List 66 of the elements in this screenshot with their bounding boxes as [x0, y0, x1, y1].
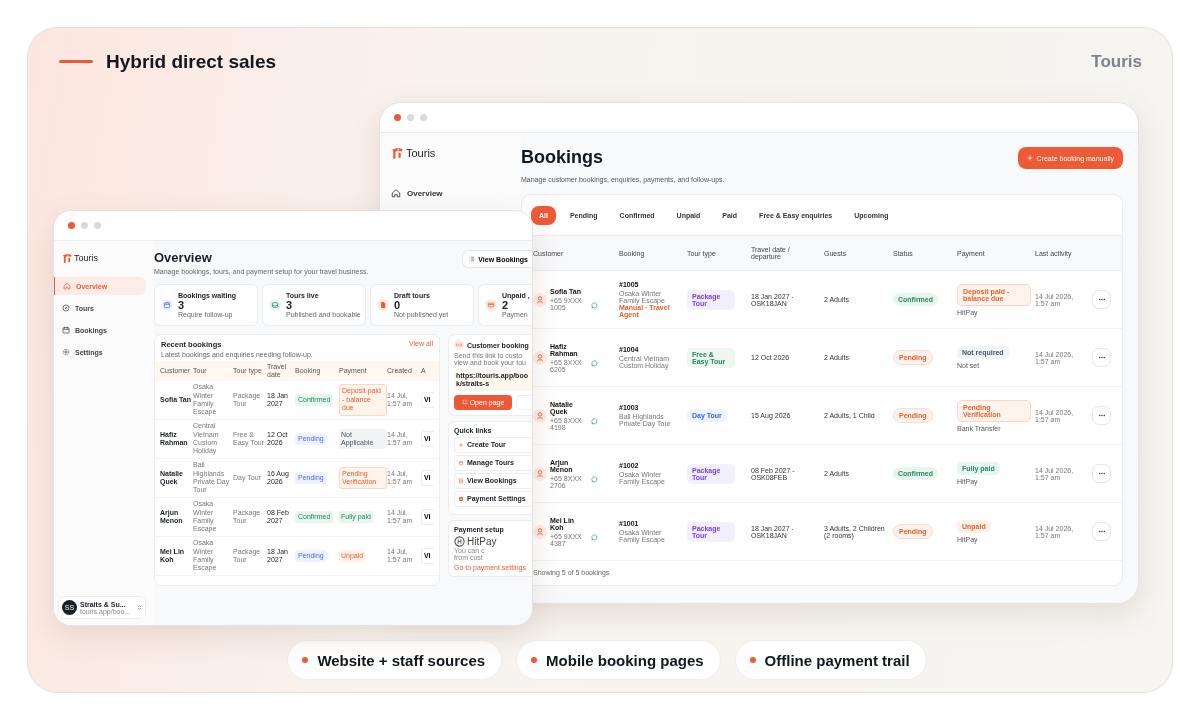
more-button[interactable] — [1092, 522, 1111, 541]
bullet-dot — [749, 657, 756, 663]
chat-icon[interactable] — [591, 302, 598, 309]
logo-icon — [391, 147, 403, 159]
person-icon — [533, 524, 547, 539]
plus-icon — [458, 441, 464, 448]
list-icon — [469, 256, 476, 262]
calendar-icon — [62, 326, 70, 334]
more-icon — [1097, 298, 1106, 301]
card-icon — [458, 495, 464, 502]
feature-label: Website + staff sources — [317, 651, 486, 669]
document-icon — [458, 477, 464, 484]
more-icon — [1097, 530, 1106, 533]
more-button[interactable] — [1092, 348, 1111, 367]
plus-icon — [1026, 155, 1033, 161]
accent-line — [59, 60, 93, 63]
person-icon — [533, 466, 547, 481]
chat-icon[interactable] — [591, 476, 598, 483]
person-icon — [533, 350, 547, 365]
maximize-dot[interactable] — [420, 114, 427, 121]
stat-value: 3 — [178, 299, 185, 311]
logo-text: Touris — [74, 253, 98, 263]
stat-value: 3 — [286, 299, 294, 311]
chevron-icon — [137, 604, 142, 611]
maximize-dot[interactable] — [94, 222, 101, 229]
logo-text: Touris — [406, 147, 436, 159]
feature-label: Mobile booking pages — [546, 651, 704, 669]
calendar-icon — [161, 299, 173, 311]
page-title: Bookings — [521, 147, 604, 168]
stat-value: 0 — [394, 299, 402, 311]
nav-item[interactable]: Overview — [391, 188, 521, 198]
provider-logo-icon — [454, 535, 465, 547]
tray-icon — [269, 299, 281, 311]
close-dot[interactable] — [68, 222, 75, 229]
card-icon — [485, 299, 497, 311]
home-icon — [63, 282, 71, 290]
link-icon — [454, 340, 464, 350]
home-icon — [391, 188, 401, 198]
feature-label: Offline payment trail — [764, 651, 910, 669]
chat-icon[interactable] — [591, 360, 598, 367]
document-icon — [377, 299, 389, 311]
brand-name: Touris — [1091, 51, 1142, 72]
calendar-icon — [458, 459, 464, 466]
gear-icon — [62, 348, 70, 356]
more-icon — [1097, 472, 1106, 475]
person-icon — [533, 292, 547, 307]
bullet-dot — [531, 657, 538, 663]
more-icon — [1097, 356, 1106, 359]
chat-icon[interactable] — [591, 418, 598, 425]
heading: Hybrid direct sales — [106, 50, 277, 73]
close-dot[interactable] — [394, 114, 401, 121]
more-button[interactable] — [1092, 290, 1111, 309]
more-button[interactable] — [1092, 464, 1111, 483]
more-icon — [1097, 414, 1106, 417]
external-link-icon — [461, 399, 468, 406]
stat-value: 2 — [502, 299, 509, 311]
page-title: Overview — [154, 250, 213, 265]
compass-icon — [62, 304, 70, 312]
bullet-dot — [302, 657, 309, 663]
minimize-dot[interactable] — [81, 222, 88, 229]
logo-icon — [62, 253, 72, 263]
minimize-dot[interactable] — [407, 114, 414, 121]
person-icon — [533, 408, 547, 423]
chat-icon[interactable] — [591, 534, 598, 541]
more-button[interactable] — [1092, 406, 1111, 425]
provider-name: HitPay — [467, 535, 497, 547]
